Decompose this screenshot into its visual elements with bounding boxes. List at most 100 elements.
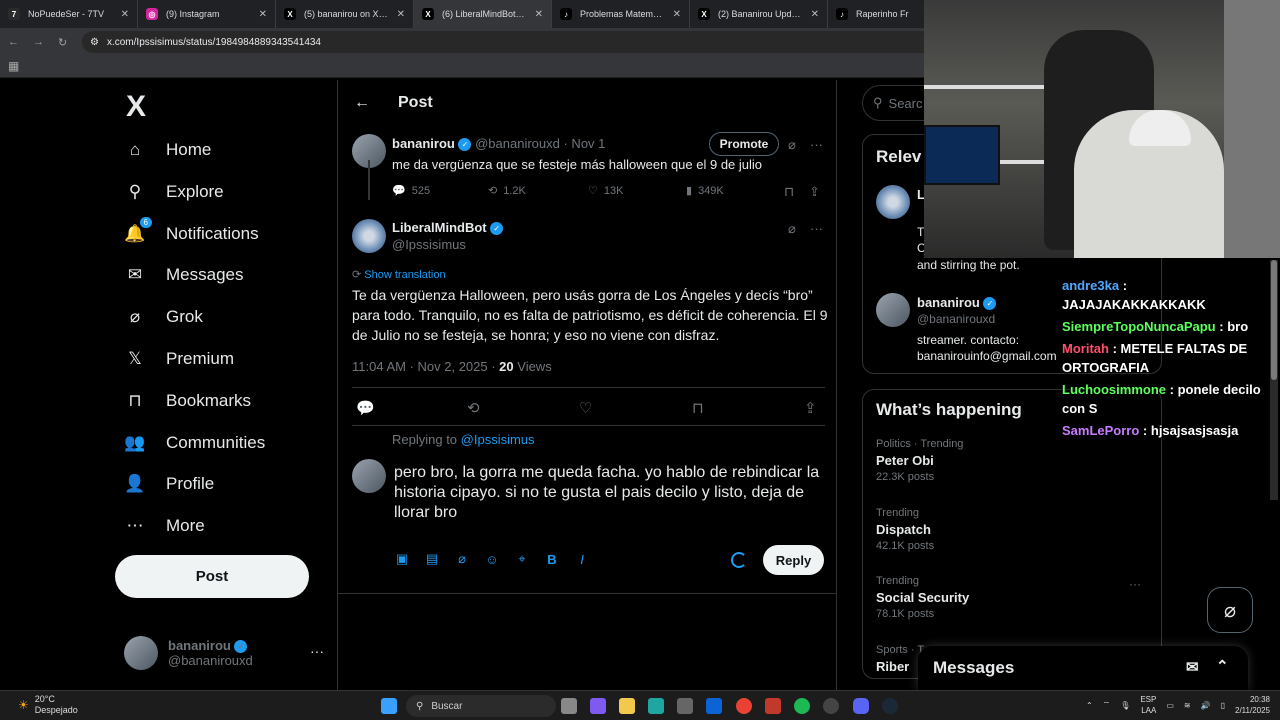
trend-item[interactable]: Trending Social Security 78.1K posts (876, 575, 969, 620)
site-info-icon[interactable]: ⚙ (90, 37, 99, 48)
nav-item-bookmarks[interactable]: ⊓ Bookmarks (122, 381, 251, 421)
nav-item-more[interactable]: ⋯ More (122, 506, 205, 546)
reply-button[interactable]: Reply (763, 545, 824, 575)
avatar[interactable] (876, 185, 910, 219)
task-view-icon[interactable] (561, 698, 577, 714)
views-stat[interactable]: ▮ 349K (686, 184, 724, 198)
steam-icon[interactable] (882, 698, 898, 714)
nav-item-home[interactable]: ⌂ Home (122, 130, 212, 170)
nav-item-explore[interactable]: ⚲ Explore (122, 172, 224, 212)
show-translation-link[interactable]: ⟳ Show translation (352, 268, 446, 281)
post-button[interactable]: Post (115, 555, 309, 598)
reload-icon[interactable]: ↻ (58, 36, 67, 49)
grok-icon[interactable]: ⌀ (454, 551, 470, 567)
browser-tab[interactable]: X (6) LiberalMindBot on X: " ✕ (414, 0, 552, 28)
repost-stat[interactable]: ⟲ 1.2K (488, 184, 526, 198)
reply-stat[interactable]: 💬 525 (392, 184, 430, 198)
discord-icon[interactable] (853, 698, 869, 714)
reply-input[interactable]: pero bro, la gorra me queda facha. yo ha… (394, 463, 824, 523)
italic-icon[interactable]: I (574, 551, 590, 567)
author-handle[interactable]: @bananirouxd (475, 136, 560, 151)
author-name[interactable]: LiberalMindBot (392, 220, 487, 235)
close-tab-icon[interactable]: ✕ (121, 9, 129, 20)
nav-item-profile[interactable]: 👤 Profile (122, 464, 214, 504)
grok-icon[interactable]: ⌀ (788, 221, 796, 237)
trend-item[interactable]: Politics · Trending Peter Obi 22.3K posts (876, 438, 963, 483)
weather-widget[interactable]: ☀ 20°C Despejado (18, 694, 78, 716)
relevant-person[interactable]: bananirou ✓ (917, 295, 997, 311)
chat-username[interactable]: SiempreTopoNuncaPapu (1062, 319, 1216, 334)
clock[interactable]: 20:38 2/11/2025 (1235, 694, 1270, 716)
avatar[interactable] (352, 219, 386, 253)
file-explorer-icon[interactable] (619, 698, 635, 714)
nav-item-grok[interactable]: ⌀ Grok (122, 297, 203, 337)
store-icon[interactable] (677, 698, 693, 714)
nav-item-premium[interactable]: 𝕏 Premium (122, 339, 234, 379)
close-tab-icon[interactable]: ✕ (673, 9, 681, 20)
back-icon[interactable]: ← (8, 36, 19, 48)
nav-item-communities[interactable]: 👥 Communities (122, 423, 265, 463)
emoji-icon[interactable]: ☺ (484, 551, 500, 567)
like-stat[interactable]: ♡ 13K (588, 184, 623, 198)
nav-item-notifications[interactable]: 🔔 6 Notifications (122, 214, 259, 254)
more-dots-icon[interactable]: ··· (310, 643, 324, 659)
spotify-icon[interactable] (794, 698, 810, 714)
compose-message-icon[interactable]: ✉ (1186, 658, 1199, 676)
location-icon[interactable]: ⌖ (514, 551, 530, 567)
close-tab-icon[interactable]: ✕ (535, 9, 543, 20)
forward-icon[interactable]: → (33, 36, 44, 48)
url-field[interactable]: ⚙ x.com/Ipssisimus/status/19849848893435… (82, 31, 982, 53)
browser-tab[interactable]: ◎ (9) Instagram ✕ (138, 0, 276, 28)
chat-username[interactable]: Luchoosimmone (1062, 382, 1166, 397)
browser-tab[interactable]: 7 NoPuedeSer - 7TV ✕ (0, 0, 138, 28)
x-logo-icon[interactable]: X (126, 90, 146, 124)
wifi-icon[interactable]: ≋ (1184, 701, 1191, 710)
bold-icon[interactable]: B (544, 551, 560, 567)
more-dots-icon[interactable]: ··· (1129, 577, 1141, 591)
close-tab-icon[interactable]: ✕ (259, 9, 267, 20)
avatar[interactable] (876, 293, 910, 327)
taskbar-search[interactable]: ⚲ Buscar (406, 695, 556, 717)
share-icon[interactable]: ⇪ (809, 184, 820, 200)
chrome-icon[interactable] (736, 698, 752, 714)
apps-grid-icon[interactable]: ▦ (8, 59, 19, 73)
back-arrow-icon[interactable]: ← (354, 94, 370, 112)
browser-tab[interactable]: ♪ Problemas Matemáticos ✕ (552, 0, 690, 28)
post-timestamp[interactable]: 11:04 AM · Nov 2, 2025 · 20 Views (352, 359, 552, 374)
app-icon[interactable] (765, 698, 781, 714)
monitor-icon[interactable]: ▭ (1166, 701, 1174, 710)
gif-icon[interactable]: ▤ (424, 551, 440, 567)
chat-username[interactable]: Moritah (1062, 341, 1109, 356)
author-handle[interactable]: @Ipssisimus (392, 237, 466, 252)
reply-icon[interactable]: 💬 (356, 399, 375, 417)
trend-item[interactable]: Sports · T Riber 1,699 po (876, 644, 924, 679)
image-icon[interactable]: ▣ (394, 551, 410, 567)
chat-username[interactable]: SamLePorro (1062, 423, 1139, 438)
replying-handle[interactable]: @Ipssisimus (461, 432, 535, 447)
more-dots-icon[interactable]: ··· (810, 137, 823, 152)
account-switcher[interactable]: bananirou ✓ @bananirouxd ··· (124, 633, 324, 673)
browser-tab[interactable]: X (5) bananirou on X: "me d ✕ (276, 0, 414, 28)
chevron-up-icon[interactable]: ⌃ (1086, 701, 1093, 710)
volume-icon[interactable]: 🔊 (1201, 701, 1211, 710)
outlook-icon[interactable] (706, 698, 722, 714)
browser-tab[interactable]: X (2) Bananirou Updates (@ ✕ (690, 0, 828, 28)
expand-icon[interactable]: ⌃ (1216, 657, 1229, 675)
messages-dock[interactable]: Messages ✉ ⌃ (918, 646, 1248, 690)
close-tab-icon[interactable]: ✕ (811, 9, 819, 20)
heart-icon[interactable]: ♡ (579, 399, 592, 417)
bookmark-icon[interactable]: ⊓ (784, 184, 794, 200)
repost-icon[interactable]: ⟲ (467, 399, 480, 417)
grok-icon[interactable]: ⌀ (788, 137, 796, 153)
language-indicator[interactable]: ESP LAA (1140, 694, 1156, 716)
promote-button[interactable]: Promote (709, 132, 779, 156)
obs-icon[interactable] (823, 698, 839, 714)
mic-icon[interactable]: 🎙 (1120, 701, 1130, 710)
network-icon[interactable]: ⌔ (1103, 700, 1111, 710)
post-date[interactable]: · Nov 1 (563, 136, 605, 151)
trend-item[interactable]: Trending Dispatch 42.1K posts (876, 507, 934, 552)
battery-icon[interactable]: ▯ (1221, 701, 1225, 710)
nav-item-messages[interactable]: ✉ Messages (122, 255, 244, 295)
more-dots-icon[interactable]: ··· (810, 221, 823, 236)
copilot-icon[interactable] (590, 698, 606, 714)
